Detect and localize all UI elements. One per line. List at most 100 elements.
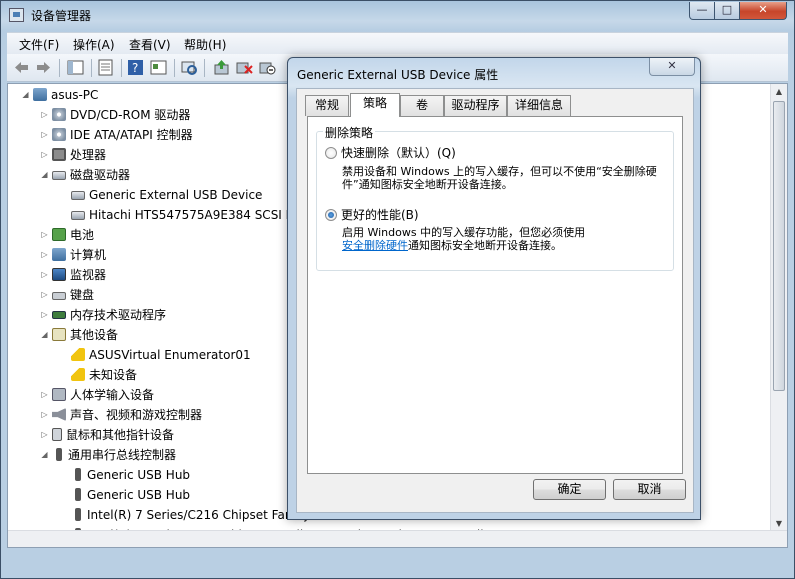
expand-arrow-icon[interactable]: ▷ [39, 245, 50, 265]
tree-item[interactable]: ▷ 计算机 [39, 245, 106, 265]
toolbar-separator [121, 59, 122, 77]
expand-arrow-icon[interactable]: ▷ [39, 305, 50, 325]
expand-arrow-icon[interactable]: ▷ [39, 285, 50, 305]
tree-item[interactable]: ▷ 鼠标和其他指针设备 [39, 425, 174, 445]
window-title: 设备管理器 [31, 9, 92, 23]
show-hide-tree-icon[interactable] [67, 59, 84, 76]
tree-item[interactable]: ▷ 电池 [39, 225, 94, 245]
vertical-scrollbar[interactable]: ▲ ▼ [770, 84, 787, 532]
tree-item-label: IDE ATA/ATAPI 控制器 [70, 128, 193, 142]
better-performance-description: 启用 Windows 中的写入缓存功能，但您必须使用 安全删除硬件通知图标安全地断… [342, 226, 664, 252]
tab-volumes[interactable]: 卷 [400, 95, 444, 116]
tab-details[interactable]: 详细信息 [507, 95, 571, 116]
minimize-button[interactable]: — [689, 2, 715, 20]
quick-removal-option[interactable]: 快速删除（默认）(Q) [325, 144, 456, 161]
menu-view[interactable]: 查看(V) [129, 36, 171, 53]
removal-policy-group: 删除策略 快速删除（默认）(Q) 禁用设备和 Windows 上的写入缓存，但可… [316, 124, 674, 271]
computer-icon [33, 88, 47, 101]
dvd-drive-icon [52, 108, 66, 121]
properties-sheet-icon[interactable] [97, 59, 114, 76]
tree-item[interactable]: ◢ 通用串行总线控制器 [39, 445, 176, 465]
maximize-button[interactable]: □ [714, 2, 740, 20]
scrollbar-thumb[interactable] [773, 101, 785, 391]
tab-policies[interactable]: 策略 [350, 93, 400, 117]
tree-item-label: Generic USB Hub [87, 488, 191, 502]
toolbar-separator [91, 59, 92, 77]
better-performance-option[interactable]: 更好的性能(B) [325, 206, 419, 223]
disable-device-icon[interactable] [259, 59, 276, 76]
dialog-title: Generic External USB Device 属性 [297, 68, 499, 82]
removal-policy-label: 删除策略 [323, 124, 376, 141]
help-icon[interactable]: ? [127, 59, 144, 76]
warning-device-icon [71, 368, 85, 381]
tree-item[interactable]: ▷ 声音、视频和游戏控制器 [39, 405, 202, 425]
tree-item[interactable]: ▷ 键盘 [39, 285, 94, 305]
expand-arrow-icon[interactable]: ▷ [39, 265, 50, 285]
menu-action[interactable]: 操作(A) [73, 36, 115, 53]
other-devices-icon [52, 328, 66, 341]
tree-item[interactable]: Generic USB Hub [58, 465, 190, 485]
toolbar-separator [174, 59, 175, 77]
scan-hardware-icon[interactable] [181, 59, 198, 76]
ok-button[interactable]: 确定 [533, 479, 606, 500]
expand-arrow-icon[interactable]: ▷ [39, 145, 50, 165]
tree-item[interactable]: ◢ 磁盘驱动器 [39, 165, 130, 185]
expand-arrow-icon[interactable]: ▷ [39, 405, 50, 425]
memory-icon [52, 311, 66, 319]
collapse-arrow-icon[interactable]: ◢ [20, 85, 31, 105]
menu-bar: 文件(F) 操作(A) 查看(V) 帮助(H) [7, 32, 788, 54]
toolbar-separator [59, 59, 60, 77]
quick-removal-radio[interactable] [325, 147, 337, 159]
tree-root[interactable]: ◢ asus-PC [20, 85, 98, 105]
view-icon[interactable] [150, 59, 167, 76]
tree-item[interactable]: Generic USB Hub [58, 485, 190, 505]
menu-help[interactable]: 帮助(H) [184, 36, 226, 53]
cancel-button[interactable]: 取消 [613, 479, 686, 500]
expand-arrow-icon[interactable]: ▷ [39, 105, 50, 125]
tree-item[interactable]: ▷ DVD/CD-ROM 驱动器 [39, 105, 190, 125]
tree-item[interactable]: ASUSVirtual Enumerator01 [58, 345, 251, 365]
quick-removal-label: 快速删除（默认）(Q) [341, 146, 456, 160]
ide-controller-icon [52, 128, 66, 141]
tab-driver[interactable]: 驱动程序 [444, 95, 507, 116]
tree-root-label: asus-PC [51, 88, 99, 102]
back-arrow-icon[interactable] [13, 59, 30, 76]
update-driver-icon[interactable] [213, 59, 230, 76]
tree-item-label: Generic USB Hub [87, 468, 191, 482]
uninstall-device-icon[interactable] [236, 59, 253, 76]
tree-item[interactable]: ◢ 其他设备 [39, 325, 118, 345]
expand-arrow-icon[interactable]: ▷ [39, 425, 50, 445]
tree-item-label: 内存技术驱动程序 [70, 308, 167, 322]
tree-item[interactable]: ▷ 内存技术驱动程序 [39, 305, 166, 325]
horizontal-scrollbar[interactable] [8, 530, 787, 547]
better-performance-radio[interactable] [325, 209, 337, 221]
better-performance-desc-tail: 通知图标安全地断开设备连接。 [408, 239, 562, 252]
usb-icon [75, 488, 81, 501]
expand-arrow-icon[interactable]: ▷ [39, 125, 50, 145]
tree-item[interactable]: ▷ 处理器 [39, 145, 106, 165]
collapse-arrow-icon[interactable]: ◢ [39, 445, 50, 465]
dialog-close-button[interactable]: ✕ [649, 58, 695, 76]
tree-item[interactable]: ▷ 监视器 [39, 265, 106, 285]
tree-item[interactable]: Generic External USB Device [58, 185, 262, 205]
tree-item-label: 通用串行总线控制器 [68, 448, 177, 462]
mouse-icon [52, 428, 62, 441]
collapse-arrow-icon[interactable]: ◢ [39, 325, 50, 345]
expand-arrow-icon[interactable]: ▷ [39, 225, 50, 245]
safely-remove-hardware-link[interactable]: 安全删除硬件 [342, 239, 408, 252]
collapse-arrow-icon[interactable]: ◢ [39, 165, 50, 185]
warning-device-icon [71, 348, 85, 361]
tree-item[interactable]: ▷ 人体学输入设备 [39, 385, 154, 405]
close-button[interactable]: ✕ [739, 2, 787, 20]
tab-general[interactable]: 常规 [305, 95, 349, 116]
scroll-up-icon[interactable]: ▲ [771, 84, 787, 100]
tree-item-label: 电池 [70, 228, 95, 242]
forward-arrow-icon[interactable] [35, 59, 52, 76]
expand-arrow-icon[interactable]: ▷ [39, 385, 50, 405]
tree-item[interactable]: 未知设备 [58, 365, 137, 385]
tree-item[interactable]: ▷ IDE ATA/ATAPI 控制器 [39, 125, 193, 145]
sound-icon [52, 408, 66, 421]
menu-file[interactable]: 文件(F) [19, 36, 59, 53]
device-properties-dialog: Generic External USB Device 属性 ✕ 常规 策略 卷… [287, 57, 701, 520]
title-bar[interactable]: 设备管理器 — □ ✕ [1, 1, 794, 29]
